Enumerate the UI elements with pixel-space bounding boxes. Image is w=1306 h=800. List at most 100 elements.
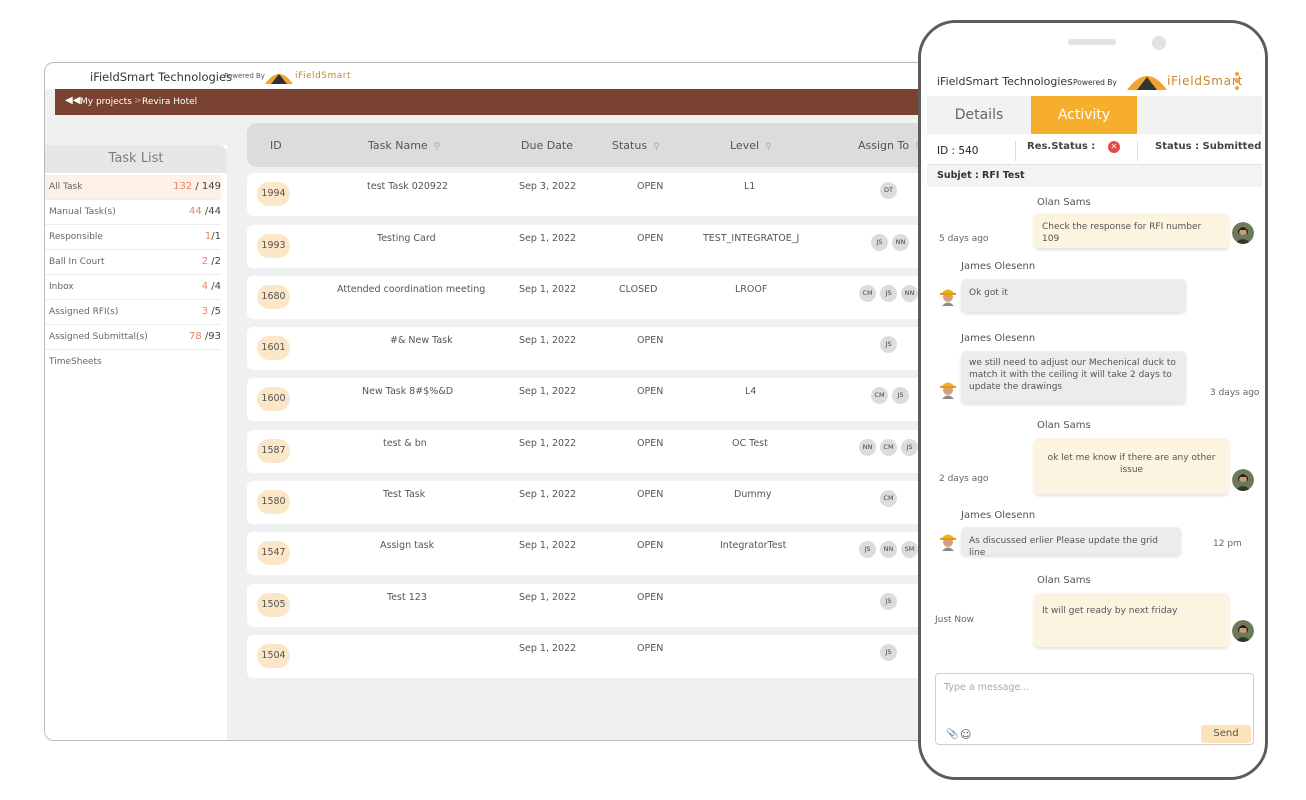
status-label: Status : Submitted: [1155, 141, 1262, 152]
sidebar-item-timesheets[interactable]: TimeSheets: [45, 350, 221, 375]
task-name: Attended coordination meeting: [337, 284, 486, 295]
message-bubble: It will get ready by next friday: [1034, 593, 1229, 647]
column-header-status[interactable]: Status ⚲: [612, 139, 660, 152]
breadcrumb-separator: >: [134, 96, 142, 106]
column-header-due-date[interactable]: Due Date: [521, 139, 573, 152]
assignee-avatar: SM: [901, 541, 918, 558]
due-date: Sep 1, 2022: [519, 643, 577, 654]
table-row[interactable]: 1504 Sep 1, 2022 OPEN JS: [247, 635, 963, 678]
response-status-label: Res.Status :: [1027, 141, 1096, 152]
speaker-icon: [1068, 39, 1116, 45]
sidebar-item-label: Ball In Court: [49, 257, 105, 267]
more-options-icon[interactable]: [1235, 72, 1239, 93]
task-id: 1680: [257, 285, 290, 309]
status: OPEN: [637, 233, 664, 244]
sidebar-item-ball-in-court[interactable]: Ball In Court 2 /2: [45, 250, 221, 275]
phone-bottom-bezel: [921, 751, 1265, 777]
status: OPEN: [637, 181, 664, 192]
sidebar-item-count: 4 /4: [201, 281, 221, 292]
table-row[interactable]: 1601 #& New Task Sep 1, 2022 OPEN JS: [247, 327, 963, 370]
worker-avatar-icon: [940, 382, 956, 399]
tab-activity[interactable]: Activity: [1031, 96, 1137, 134]
table-row[interactable]: 1587 test & bn Sep 1, 2022 OPEN OC Test …: [247, 430, 963, 473]
task-list-title: Task List: [45, 145, 227, 173]
table-row[interactable]: 1994 test Task 020922 Sep 3, 2022 OPEN L…: [247, 173, 963, 216]
powered-by-label: Powered By: [1073, 78, 1117, 87]
sidebar-item-manual-tasks[interactable]: Manual Task(s) 44 /44: [45, 200, 221, 225]
assignee-avatar: JS: [880, 593, 897, 610]
table-row[interactable]: 1505 Test 123 Sep 1, 2022 OPEN JS: [247, 584, 963, 627]
tab-bar: Details Activity: [927, 96, 1262, 134]
tab-details[interactable]: Details: [927, 96, 1031, 134]
assignee-avatar: JS: [901, 439, 918, 456]
assignee-avatar: JS: [892, 387, 909, 404]
due-date: Sep 1, 2022: [519, 335, 577, 346]
task-id: 1993: [257, 234, 290, 258]
table-row[interactable]: 1680 Attended coordination meeting Sep 1…: [247, 276, 963, 319]
status: OPEN: [637, 592, 664, 603]
assignee-avatar: CM: [880, 490, 897, 507]
divider: [1137, 141, 1138, 161]
desktop-window: iFieldSmart Technologies Powered By iFie…: [44, 62, 964, 741]
message-time: 3 days ago: [1210, 388, 1260, 398]
assignee-avatar: NN: [859, 439, 876, 456]
sidebar-item-label: All Task: [49, 182, 83, 192]
phone-frame: iFieldSmart Technologies Powered By iFie…: [918, 20, 1268, 780]
sender-name: Olan Sams: [1037, 575, 1091, 586]
task-name: New Task 8#$%&D: [362, 386, 454, 397]
sidebar-item-assigned-rfis[interactable]: Assigned RFI(s) 3 /5: [45, 300, 221, 325]
double-left-arrow-icon[interactable]: ◀◀: [65, 95, 80, 106]
close-circle-icon: ✕: [1108, 141, 1120, 153]
task-name: Test Task: [383, 489, 426, 500]
message-time: 5 days ago: [939, 234, 989, 244]
status: OPEN: [637, 540, 664, 551]
column-header-task-name[interactable]: Task Name ⚲: [368, 139, 440, 152]
assignee-avatar: DT: [880, 182, 897, 199]
level: L1: [744, 181, 756, 192]
due-date: Sep 1, 2022: [519, 489, 577, 500]
emoji-icon[interactable]: ☺: [960, 728, 971, 741]
column-header-id[interactable]: ID: [270, 139, 282, 152]
task-id: 1580: [257, 490, 290, 514]
status: OPEN: [637, 386, 664, 397]
status: CLOSED: [619, 284, 658, 295]
logo-text: iFieldSmart: [295, 71, 351, 81]
sender-name: James Olesenn: [961, 510, 1036, 521]
level: TEST_INTEGRATOE_J: [703, 233, 800, 244]
level: LROOF: [735, 284, 768, 295]
column-header-assign-to[interactable]: Assign To⚲: [858, 139, 922, 152]
table-row[interactable]: 1600 New Task 8#$%&D Sep 1, 2022 OPEN L4…: [247, 378, 963, 421]
message-time: 12 pm: [1213, 539, 1242, 549]
assignee-avatar: NN: [892, 234, 909, 251]
table-row[interactable]: 1547 Assign task Sep 1, 2022 OPEN Integr…: [247, 532, 963, 575]
table-row[interactable]: 1580 Test Task Sep 1, 2022 OPEN Dummy CM: [247, 481, 963, 524]
due-date: Sep 1, 2022: [519, 284, 577, 295]
breadcrumb: ◀◀ My projects > Revira Hotel: [55, 89, 963, 115]
sender-name: James Olesenn: [961, 333, 1036, 344]
sidebar-item-assigned-submittals[interactable]: Assigned Submittal(s) 78 /93: [45, 325, 221, 350]
task-id: 1601: [257, 336, 290, 360]
sidebar-item-responsible[interactable]: Responsible 1/1: [45, 225, 221, 250]
table-row[interactable]: 1993 Testing Card Sep 1, 2022 OPEN TEST_…: [247, 225, 963, 268]
sidebar-item-all-task[interactable]: All Task 132 / 149: [45, 175, 221, 200]
sidebar-item-label: TimeSheets: [49, 357, 102, 367]
send-button[interactable]: Send: [1201, 725, 1251, 743]
sidebar-item-count: 3 /5: [201, 306, 221, 317]
user-avatar-icon: [1232, 469, 1254, 491]
task-id: 1547: [257, 541, 290, 565]
search-icon: ⚲: [433, 142, 441, 152]
status: OPEN: [637, 643, 664, 654]
user-avatar-icon: [1232, 620, 1254, 642]
task-name: Test 123: [387, 592, 427, 603]
sidebar-item-inbox[interactable]: Inbox 4 /4: [45, 275, 221, 300]
sidebar-item-label: Inbox: [49, 282, 74, 292]
breadcrumb-my-projects[interactable]: My projects: [80, 97, 132, 107]
message-input[interactable]: [944, 682, 1224, 693]
attachment-icon[interactable]: 📎: [946, 729, 958, 740]
assignee-avatar: CM: [880, 439, 897, 456]
company-name: iFieldSmart Technologies: [937, 75, 1073, 88]
company-name: iFieldSmart Technologies: [90, 70, 233, 84]
level: OC Test: [732, 438, 768, 449]
assignee-avatar: NN: [901, 285, 918, 302]
column-header-level[interactable]: Level ⚲: [730, 139, 772, 152]
